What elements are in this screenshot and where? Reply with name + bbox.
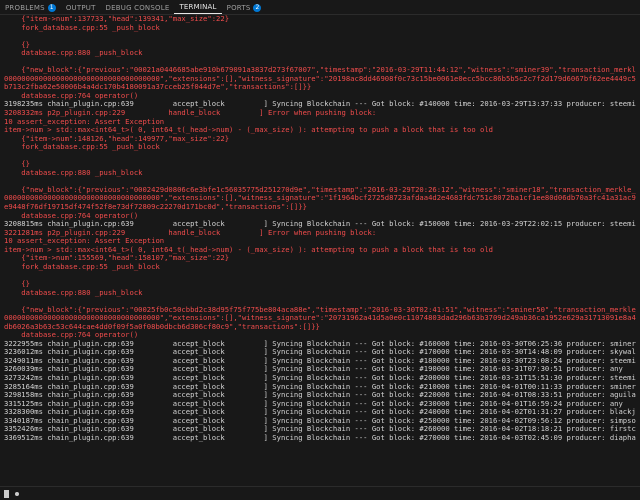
terminal-line: 3236012ms chain_plugin.cpp:639 accept_bl… bbox=[4, 348, 636, 357]
tab-label: PROBLEMS bbox=[5, 3, 45, 12]
terminal-line: {"item->num":155569,"head":158107,"max_s… bbox=[4, 254, 230, 263]
terminal-line: {"item->num":148126,"head":149977,"max_s… bbox=[4, 134, 230, 143]
terminal-line: {"new_block":{"previous":"00021a0446685a… bbox=[4, 66, 636, 75]
tab-output[interactable]: OUTPUT bbox=[61, 1, 101, 14]
terminal-line: 000000000000000000000000000000000000","e… bbox=[4, 74, 636, 83]
terminal-line: 3198235ms chain_plugin.cpp:639 accept_bl… bbox=[4, 100, 636, 109]
terminal-line: {} bbox=[4, 160, 30, 169]
terminal-line: 3352426ms chain_plugin.cpp:639 accept_bl… bbox=[4, 425, 636, 434]
terminal-line: 3369512ms chain_plugin.cpp:639 accept_bl… bbox=[4, 433, 636, 442]
tab-label: DEBUG CONSOLE bbox=[105, 3, 170, 12]
terminal-line: 000000000000000000000000000000000000","e… bbox=[4, 314, 636, 323]
terminal-line: 3222955ms chain_plugin.cpp:639 accept_bl… bbox=[4, 339, 636, 348]
terminal-line: 3298158ms chain_plugin.cpp:639 accept_bl… bbox=[4, 391, 636, 400]
terminal-line: 3285164ms chain_plugin.cpp:639 accept_bl… bbox=[4, 382, 636, 391]
terminal-line: b713c2fba62e50006b4a4dc170b4180091a37cce… bbox=[4, 83, 312, 92]
terminal-line: 3273242ms chain_plugin.cpp:639 accept_bl… bbox=[4, 373, 636, 382]
tab-problems[interactable]: PROBLEMS 1 bbox=[0, 1, 61, 14]
terminal-line: db6026a3b63c53c644cae4dd0f09f5a0f08b0dbc… bbox=[4, 322, 320, 331]
terminal-line: {"item->num":137733,"head":139341,"max_s… bbox=[4, 15, 230, 23]
tab-debug-console[interactable]: DEBUG CONSOLE bbox=[101, 1, 175, 14]
terminal-line: fork_database.cpp:55 _push_block bbox=[4, 143, 160, 152]
terminal-line: {"new_block":{"previous":"0002429d0806c6… bbox=[4, 185, 636, 194]
terminal-line: 3221281ms p2p_plugin.cpp:229 handle_bloc… bbox=[4, 228, 377, 237]
tab-ports[interactable]: PORTS 2 bbox=[222, 1, 267, 14]
terminal-line: 000000000000000000000000000000000000","e… bbox=[4, 194, 636, 203]
terminal-status-row bbox=[0, 486, 640, 500]
terminal-line: database.cpp:880 _push_block bbox=[4, 49, 143, 58]
terminal-line: fork_database.cpp:55 _push_block bbox=[4, 23, 160, 32]
terminal-line: 3328300ms chain_plugin.cpp:639 accept_bl… bbox=[4, 408, 636, 417]
terminal-line: {} bbox=[4, 40, 30, 49]
terminal-line: database.cpp:880 _push_block bbox=[4, 168, 143, 177]
terminal-line: 3260039ms chain_plugin.cpp:639 accept_bl… bbox=[4, 365, 623, 374]
terminal-line: 10 assert_exception: Assert Exception bbox=[4, 237, 165, 246]
terminal-output[interactable]: {"item->num":137733,"head":139341,"max_s… bbox=[0, 15, 640, 487]
terminal-line: database.cpp:880 _push_block bbox=[4, 288, 143, 297]
terminal-line: 3208815ms chain_plugin.cpp:639 accept_bl… bbox=[4, 220, 636, 229]
terminal-line: 3208332ms p2p_plugin.cpp:229 handle_bloc… bbox=[4, 109, 377, 118]
terminal-line: item->num > std::max<int64_t>( 0, int64_… bbox=[4, 126, 493, 135]
tab-count-badge: 1 bbox=[47, 3, 56, 12]
terminal-line: 3249011ms chain_plugin.cpp:639 accept_bl… bbox=[4, 356, 636, 365]
terminal-line: 3340187ms chain_plugin.cpp:639 accept_bl… bbox=[4, 416, 636, 425]
terminal-line: database.cpp:764 operator() bbox=[4, 91, 139, 100]
terminal-cursor-icon bbox=[4, 489, 9, 498]
terminal-line: database.cpp:764 operator() bbox=[4, 211, 139, 220]
terminal-line: 3315125ms chain_plugin.cpp:639 accept_bl… bbox=[4, 399, 623, 408]
terminal-line: {} bbox=[4, 279, 30, 288]
tab-count-badge: 2 bbox=[253, 3, 262, 12]
terminal-line: {"new_block":{"previous":"00025fb0c50cbb… bbox=[4, 305, 636, 314]
dot-icon bbox=[15, 491, 19, 496]
tab-label: PORTS bbox=[226, 3, 251, 12]
terminal-line: 10 assert_exception: Assert Exception bbox=[4, 117, 165, 126]
terminal-line: e9448f76df19715df474f52f8e73df72809c2227… bbox=[4, 203, 307, 212]
terminal-line: fork_database.cpp:55 _push_block bbox=[4, 262, 160, 271]
tab-terminal[interactable]: TERMINAL bbox=[174, 1, 222, 14]
tab-label: TERMINAL bbox=[179, 3, 217, 11]
panel-tab-bar: PROBLEMS 1 OUTPUT DEBUG CONSOLE TERMINAL PORT… bbox=[0, 0, 640, 15]
terminal-line: item->num > std::max<int64_t>( 0, int64_… bbox=[4, 245, 493, 254]
tab-label: OUTPUT bbox=[65, 3, 96, 12]
terminal-line: database.cpp:764 operator() bbox=[4, 331, 139, 340]
